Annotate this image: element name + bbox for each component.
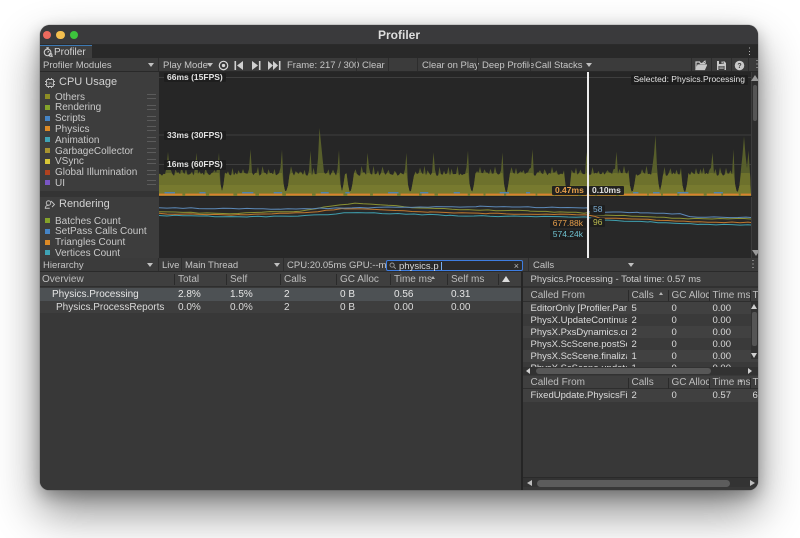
svg-text:CPU: CPU [46, 81, 55, 86]
svg-text:?: ? [737, 63, 741, 70]
